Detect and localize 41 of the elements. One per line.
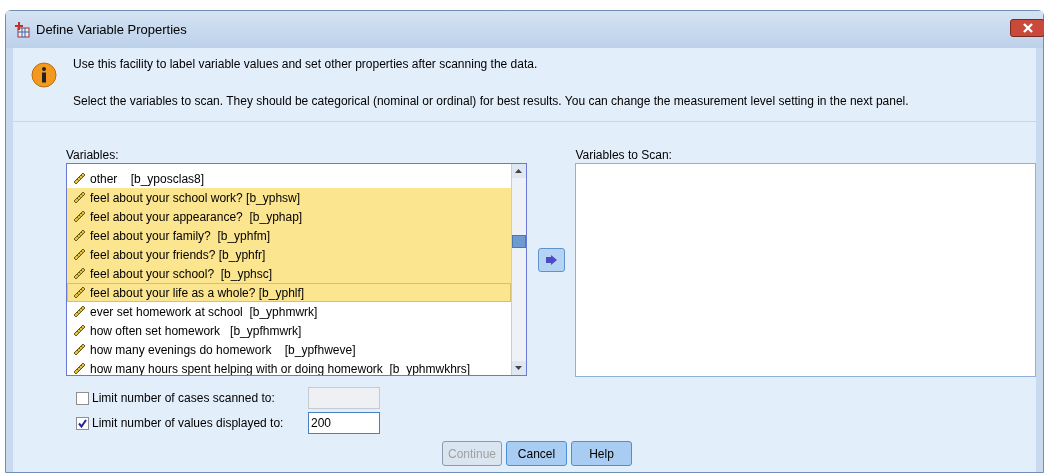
- variable-item[interactable]: feel about your life as a whole? [b_yphlf]: [67, 283, 511, 302]
- ruler-icon: [73, 286, 86, 299]
- info-text: Select the variables to scan. They should be categorical (nominal or ordinal) for best results. You can change the measurement level setting in the next panel.: [73, 93, 909, 110]
- ruler-icon: [73, 248, 86, 261]
- ruler-icon: [73, 362, 86, 375]
- variable-item[interactable]: feel about your friends? [b_yphfr]: [67, 245, 511, 264]
- checkbox[interactable]: [76, 416, 89, 430]
- info-icon: [31, 62, 57, 88]
- scroll-down-icon: [515, 366, 523, 370]
- checkbox[interactable]: [76, 391, 89, 405]
- scroll-up-icon: [515, 169, 523, 173]
- variable-item[interactable]: feel about your school work? [b_yphsw]: [67, 188, 511, 207]
- dialog-button[interactable]: Cancel: [506, 441, 567, 466]
- variables-list[interactable]: [66, 163, 527, 376]
- variable-item[interactable]: feel about your family? [b_yphfm]: [67, 226, 511, 245]
- close-button[interactable]: [1010, 18, 1044, 37]
- variable-item[interactable]: feel about your appearance? [b_yphap]: [67, 207, 511, 226]
- ruler-icon: [73, 210, 86, 223]
- ruler-icon: [73, 191, 86, 204]
- ruler-icon: [73, 267, 86, 280]
- variable-item[interactable]: feel about your school? [b_yphsc]: [67, 264, 511, 283]
- variables-label: Variables:: [66, 147, 120, 163]
- ruler-icon: [73, 305, 86, 318]
- arrow-right-icon: [545, 255, 557, 265]
- info-text: Use this facility to label variable values and set other properties after scanning the data.: [73, 56, 539, 73]
- option-label: Limit number of cases scanned to:: [92, 390, 276, 407]
- close-icon: [1022, 22, 1033, 33]
- check-icon: [78, 418, 87, 428]
- ruler-icon: [73, 172, 86, 185]
- ruler-icon: [73, 229, 86, 242]
- variables-to-scan-label: Variables to Scan:: [575, 147, 673, 163]
- number-field[interactable]: 200: [308, 412, 380, 434]
- move-right-button[interactable]: [537, 248, 565, 272]
- ruler-icon: [73, 343, 86, 356]
- option-label: Limit number of values displayed to:: [92, 415, 285, 432]
- ruler-icon: [73, 324, 86, 337]
- dialog-button[interactable]: Help: [571, 441, 632, 466]
- window-title: Define Variable Properties: [36, 20, 187, 39]
- app-icon: [14, 21, 30, 38]
- number-field[interactable]: [308, 387, 380, 409]
- scroll-thumb[interactable]: [511, 235, 526, 248]
